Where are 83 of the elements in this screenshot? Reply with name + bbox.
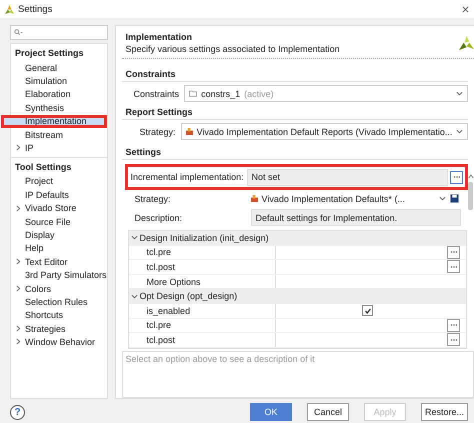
- field-label: Description:: [134, 212, 184, 222]
- tree-item[interactable]: Project: [11, 174, 107, 188]
- folder-icon: [189, 90, 198, 97]
- app-logo-icon: [5, 4, 14, 14]
- dropdown-value: Vivado Implementation Default Reports (Vivado Implementatio...: [196, 126, 452, 136]
- strategy-icon: [186, 128, 193, 135]
- description-field[interactable]: Default settings for Implementation.: [250, 209, 462, 226]
- tree-item[interactable]: 3rd Party Simulators: [11, 268, 107, 282]
- tree-item[interactable]: Text Editor: [11, 255, 107, 268]
- save-icon[interactable]: [450, 194, 460, 203]
- strategy-dropdown[interactable]: Vivado Implementation Defaults* (...: [250, 192, 450, 206]
- dialog-button[interactable]: Cancel: [307, 403, 349, 421]
- tree-item[interactable]: Synthesis: [11, 101, 107, 115]
- dialog-button[interactable]: Restore...: [421, 403, 468, 421]
- tree-item[interactable]: Shortcuts: [11, 308, 107, 322]
- browse-button[interactable]: [447, 260, 460, 274]
- section-heading: Settings: [122, 140, 468, 160]
- option-name: tcl.pre: [128, 318, 276, 332]
- tree-item[interactable]: Strategies: [11, 322, 107, 336]
- tree-item[interactable]: Source File: [11, 214, 107, 228]
- tree-item[interactable]: Help: [11, 242, 107, 256]
- field-label: Strategy:: [134, 194, 172, 204]
- group-label: Opt Design (opt_design): [140, 291, 238, 302]
- tree-item[interactable]: Colors: [11, 282, 107, 296]
- help-button[interactable]: ?: [10, 404, 25, 420]
- checkbox[interactable]: [362, 305, 374, 316]
- section-heading: Project Settings: [14, 48, 85, 60]
- description-box: Select an option above to see a description of it: [122, 350, 474, 398]
- tree-item[interactable]: Selection Rules: [11, 295, 107, 309]
- tree-item[interactable]: Elaboration: [11, 88, 107, 102]
- tree-item[interactable]: General: [11, 61, 107, 74]
- field-label: Strategy:: [140, 126, 176, 136]
- option-name: More Options: [128, 274, 276, 288]
- expand-icon[interactable]: [16, 204, 21, 212]
- incremental-field[interactable]: Not set: [246, 168, 448, 186]
- tree-item[interactable]: Simulation: [11, 74, 107, 88]
- browse-button[interactable]: [447, 246, 460, 259]
- tree-item[interactable]: Vivado Store: [11, 202, 107, 215]
- section-heading: Report Settings: [122, 102, 468, 120]
- dropdown-value: constrs_1: [201, 88, 240, 98]
- section-heading: Tool Settings: [14, 162, 72, 174]
- browse-button[interactable]: [450, 170, 464, 184]
- active-tag: (active): [244, 88, 274, 98]
- window-title: Settings: [18, 4, 52, 14]
- tree-item[interactable]: Display: [11, 228, 107, 242]
- tree-item[interactable]: IP: [11, 141, 107, 155]
- dropdown-value: Vivado Implementation Defaults* (...: [262, 194, 405, 204]
- caret-icon: [130, 292, 138, 300]
- caret-icon: [130, 234, 138, 242]
- search-field[interactable]: [10, 25, 108, 40]
- caret-icon: [456, 128, 464, 134]
- expand-icon[interactable]: [16, 258, 21, 266]
- tree-item[interactable]: Bitstream: [11, 128, 107, 142]
- dialog-button[interactable]: OK: [250, 403, 292, 421]
- panel-subtitle: Specify various settings associated to Implementation: [126, 44, 340, 54]
- expand-icon[interactable]: [16, 284, 21, 292]
- tree-item[interactable]: IP Defaults: [11, 188, 107, 202]
- strategy-dropdown[interactable]: Vivado Implementation Default Reports (Vivado Implementatio...: [180, 123, 468, 140]
- close-icon[interactable]: [462, 6, 469, 12]
- scroll-up-icon[interactable]: [468, 174, 474, 179]
- strategy-icon: [250, 195, 258, 202]
- search-icon: [14, 29, 23, 36]
- option-name: is_enabled: [128, 304, 276, 318]
- caret-icon: [439, 194, 446, 202]
- logo-icon: [459, 36, 474, 50]
- option-name: tcl.post: [128, 260, 276, 274]
- field-label: Incremental implementation:: [130, 172, 245, 182]
- group-label: Design Initialization (init_design): [140, 232, 269, 243]
- scroll-thumb[interactable]: [468, 182, 474, 210]
- browse-button[interactable]: [447, 318, 460, 332]
- panel-title: Implementation: [126, 32, 194, 42]
- browse-button[interactable]: [447, 333, 460, 346]
- tree-item[interactable]: Implementation: [1, 114, 107, 128]
- tree-item[interactable]: Window Behavior: [11, 335, 107, 349]
- group-row[interactable]: Opt Design (opt_design): [128, 289, 466, 304]
- group-row[interactable]: Design Initialization (init_design): [128, 231, 466, 246]
- constraints-dropdown[interactable]: constrs_1 (active): [184, 85, 468, 102]
- caret-icon: [456, 90, 464, 96]
- field-label: Constraints: [134, 88, 180, 98]
- expand-icon[interactable]: [16, 144, 21, 152]
- option-name: tcl.post: [128, 333, 276, 347]
- option-name: tcl.pre: [128, 246, 276, 260]
- section-heading: Constraints: [122, 59, 468, 82]
